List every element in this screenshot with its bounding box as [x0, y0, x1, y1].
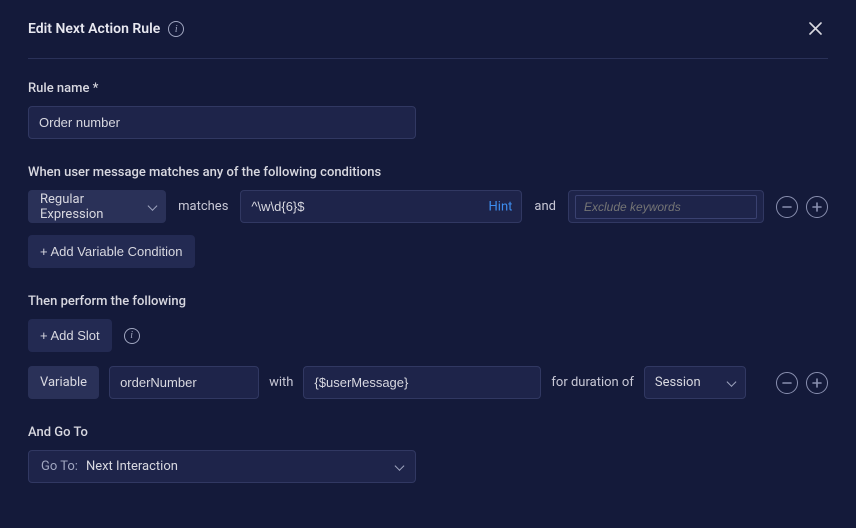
variable-name-input[interactable]: [109, 366, 259, 399]
remove-condition-button[interactable]: [776, 196, 798, 218]
variable-chip: Variable: [28, 366, 99, 399]
duration-value: Session: [655, 375, 701, 390]
condition-row: Regular Expression matches Hint and: [28, 190, 828, 223]
slot-row-actions: [776, 372, 828, 394]
goto-group: And Go To Go To: Next Interaction: [28, 425, 828, 483]
add-condition-button[interactable]: [806, 196, 828, 218]
duration-select[interactable]: Session: [644, 366, 746, 399]
close-icon: [809, 22, 822, 35]
rule-name-label: Rule name *: [28, 81, 828, 96]
goto-label: And Go To: [28, 425, 828, 440]
with-label: with: [269, 375, 293, 390]
condition-row-actions: [776, 196, 828, 218]
edit-rule-modal: Edit Next Action Rule i Rule name * When…: [0, 0, 856, 527]
add-variable-condition-label: + Add Variable Condition: [40, 244, 183, 259]
hint-link[interactable]: Hint: [489, 199, 513, 214]
plus-icon: [812, 378, 822, 388]
close-button[interactable]: [803, 18, 828, 40]
exclude-keywords-input[interactable]: [575, 195, 757, 219]
variable-chip-label: Variable: [40, 375, 87, 390]
conditions-label: When user message matches any of the fol…: [28, 165, 828, 180]
add-slot-button[interactable]: + Add Slot: [28, 319, 112, 352]
condition-type-select[interactable]: Regular Expression: [28, 190, 166, 223]
add-slot-row-button[interactable]: [806, 372, 828, 394]
pattern-input-wrap: Hint: [240, 190, 522, 223]
matches-label: matches: [178, 199, 228, 214]
goto-value: Next Interaction: [86, 459, 178, 474]
info-icon[interactable]: i: [168, 21, 184, 37]
variable-value-input[interactable]: [303, 366, 541, 399]
and-label: and: [534, 199, 556, 214]
minus-icon: [782, 202, 792, 212]
duration-label: for duration of: [551, 375, 633, 390]
add-slot-label: + Add Slot: [40, 328, 100, 343]
add-variable-condition-button[interactable]: + Add Variable Condition: [28, 235, 195, 268]
add-slot-row: + Add Slot i: [28, 319, 828, 352]
slot-info-icon[interactable]: i: [124, 328, 140, 344]
minus-icon: [782, 378, 792, 388]
modal-title: Edit Next Action Rule: [28, 21, 160, 37]
goto-prefix: Go To:: [41, 459, 78, 474]
rule-name-input[interactable]: [28, 106, 416, 139]
conditions-group: When user message matches any of the fol…: [28, 165, 828, 268]
modal-title-wrap: Edit Next Action Rule i: [28, 21, 184, 37]
exclude-input-wrap: [568, 190, 764, 223]
remove-slot-button[interactable]: [776, 372, 798, 394]
actions-group: Then perform the following + Add Slot i …: [28, 294, 828, 399]
actions-label: Then perform the following: [28, 294, 828, 309]
goto-select[interactable]: Go To: Next Interaction: [28, 450, 416, 483]
condition-type-value: Regular Expression: [40, 192, 142, 222]
rule-name-group: Rule name *: [28, 81, 828, 139]
slot-row: Variable with for duration of Session: [28, 366, 828, 399]
plus-icon: [812, 202, 822, 212]
modal-header: Edit Next Action Rule i: [28, 18, 828, 59]
pattern-input[interactable]: [240, 190, 522, 223]
